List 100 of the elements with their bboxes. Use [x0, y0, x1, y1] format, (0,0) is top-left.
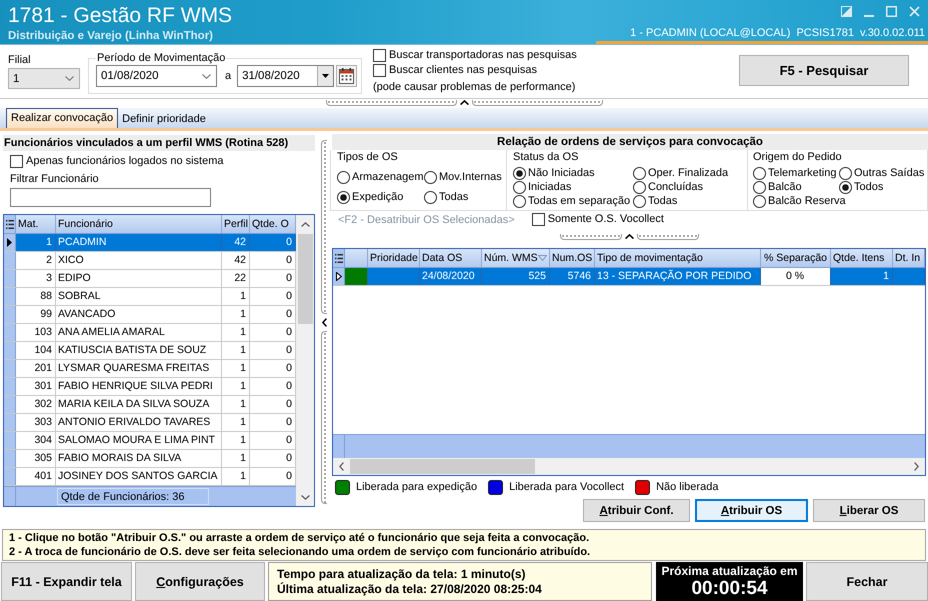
table-row[interactable]: 3 EDIPO 22 0: [4, 270, 296, 288]
date-from-field[interactable]: 01/08/2020: [96, 65, 217, 87]
column-header[interactable]: Qtde. Itens: [831, 249, 893, 267]
table-row[interactable]: 305 FABIO MORAIS DA SILVA 1 0: [4, 450, 296, 468]
radio-icon[interactable]: [513, 166, 526, 180]
table-row[interactable]: 301 FABIO HENRIQUE SILVA PEDRI 1 0: [4, 378, 296, 396]
radio-option[interactable]: Iniciadas: [513, 180, 572, 194]
column-header[interactable]: Núm. WMS: [482, 249, 550, 267]
radio-option[interactable]: Balcão Reserva: [753, 194, 846, 208]
table-row[interactable]: 99 AVANCADO 1 0: [4, 306, 296, 324]
row-header-cell[interactable]: [4, 432, 16, 449]
tab[interactable]: Realizar convocação: [6, 108, 118, 128]
calendar-button[interactable]: [336, 65, 357, 87]
checkbox-icon[interactable]: [373, 64, 386, 77]
table-row[interactable]: 304 SALOMAO MOURA E LIMA PINT 1 0: [4, 432, 296, 450]
column-header[interactable]: Dt. In: [893, 249, 925, 267]
caret-left-icon[interactable]: [339, 462, 344, 471]
tab[interactable]: Definir prioridade: [117, 110, 211, 128]
column-chooser-button[interactable]: [333, 249, 345, 267]
splitter-handle[interactable]: [560, 233, 698, 240]
row-header-cell[interactable]: [4, 450, 16, 467]
scroll-thumb[interactable]: [298, 234, 312, 324]
caret-down-icon[interactable]: [300, 495, 310, 500]
row-header-cell[interactable]: [4, 414, 16, 431]
row-header-cell[interactable]: [4, 396, 16, 413]
close-icon[interactable]: [909, 6, 920, 17]
row-header-cell[interactable]: [333, 268, 345, 285]
radio-option[interactable]: Mov.Internas: [424, 170, 502, 184]
column-header[interactable]: Mat.: [16, 215, 56, 233]
table-row[interactable]: 104 KATIUSCIA BATISTA DE SOUZ 1 0: [4, 342, 296, 360]
table-row[interactable]: 88 SOBRAL 1 0: [4, 288, 296, 306]
radio-icon[interactable]: [424, 170, 437, 184]
scroll-thumb[interactable]: [350, 459, 535, 474]
column-header[interactable]: Perfil: [222, 215, 250, 233]
column-header[interactable]: Num.OS: [550, 249, 595, 267]
vertical-scrollbar[interactable]: [296, 215, 314, 506]
radio-option[interactable]: Não Iniciadas: [513, 166, 595, 180]
radio-icon[interactable]: [753, 194, 766, 208]
action-button[interactable]: Atribuir Conf.: [583, 499, 690, 522]
radio-icon[interactable]: [839, 180, 852, 194]
splitter-handle[interactable]: [321, 140, 327, 504]
search-button[interactable]: F5 - Pesquisar: [739, 55, 909, 86]
radio-icon[interactable]: [633, 194, 646, 208]
radio-option[interactable]: Todos: [839, 180, 884, 194]
radio-option[interactable]: Oper. Finalizada: [633, 166, 728, 180]
radio-icon[interactable]: [513, 194, 526, 208]
action-button[interactable]: Liberar OS: [813, 499, 925, 522]
caret-right-icon[interactable]: [914, 462, 919, 471]
close-button[interactable]: Fechar: [806, 562, 928, 601]
branch-dropdown[interactable]: 1: [8, 68, 80, 89]
radio-icon[interactable]: [753, 180, 766, 194]
radio-option[interactable]: Concluídas: [633, 180, 704, 194]
radio-option[interactable]: Todas: [424, 190, 468, 204]
column-chooser-button[interactable]: [4, 215, 16, 233]
column-header[interactable]: % Separação: [761, 249, 831, 267]
dropdown-button[interactable]: [317, 66, 334, 86]
row-header-cell[interactable]: [4, 324, 16, 341]
column-header[interactable]: Prioridade: [368, 249, 420, 267]
table-row[interactable]: 302 MARIA KEILA DA SILVA SOUZA 1 0: [4, 396, 296, 414]
date-to-field[interactable]: 31/08/2020: [237, 65, 334, 87]
checkbox-option[interactable]: Buscar clientes nas pesquisas: [373, 63, 537, 78]
row-header-cell[interactable]: [4, 378, 16, 395]
radio-icon[interactable]: [513, 180, 526, 194]
radio-icon[interactable]: [424, 190, 437, 204]
row-header-cell[interactable]: [4, 360, 16, 377]
table-row[interactable]: 303 ANTONIO ERIVALDO TAVARES 1 0: [4, 414, 296, 432]
radio-option[interactable]: Telemarketing: [753, 166, 836, 180]
table-row[interactable]: 103 ANA AMELIA AMARAL 1 0: [4, 324, 296, 342]
checkbox-icon[interactable]: [373, 49, 386, 62]
column-header[interactable]: Tipo de movimentação: [595, 249, 761, 267]
row-header-cell[interactable]: [4, 288, 16, 305]
radio-icon[interactable]: [753, 166, 766, 180]
radio-icon[interactable]: [839, 166, 852, 180]
row-header-cell[interactable]: [4, 270, 16, 287]
radio-icon[interactable]: [633, 180, 646, 194]
column-header[interactable]: Funcionário: [56, 215, 222, 233]
maximize-icon[interactable]: [886, 6, 897, 17]
checkbox-option[interactable]: Somente O.S. Vocollect: [532, 212, 664, 227]
checkbox-option[interactable]: Apenas funcionários logados no sistema: [10, 154, 224, 169]
table-row[interactable]: 201 LYSMAR QUARESMA FREITAS 1 0: [4, 360, 296, 378]
radio-option[interactable]: Outras Saídas: [839, 166, 924, 180]
radio-option[interactable]: Todas em separação: [513, 194, 630, 208]
radio-icon[interactable]: [633, 166, 646, 180]
row-header-cell[interactable]: [4, 252, 16, 269]
checkbox-icon[interactable]: [10, 155, 23, 168]
horizontal-scrollbar[interactable]: [333, 458, 925, 475]
radio-option[interactable]: Expedição: [337, 190, 404, 204]
radio-icon[interactable]: [337, 170, 350, 184]
row-header-cell[interactable]: [4, 468, 16, 485]
checkbox-icon[interactable]: [532, 213, 545, 226]
row-header-cell[interactable]: [4, 306, 16, 323]
expand-button[interactable]: F11 - Expandir tela: [1, 562, 132, 601]
radio-option[interactable]: Balcão: [753, 180, 802, 194]
splitter-handle[interactable]: [326, 99, 602, 106]
row-header-cell[interactable]: [4, 342, 16, 359]
radio-option[interactable]: Armazenagem: [337, 170, 424, 184]
caret-up-icon[interactable]: [300, 222, 310, 227]
table-row[interactable]: 1 PCADMIN 42 0: [4, 234, 296, 252]
settings-button[interactable]: Configurações: [135, 562, 265, 601]
radio-option[interactable]: Todas: [633, 194, 678, 208]
